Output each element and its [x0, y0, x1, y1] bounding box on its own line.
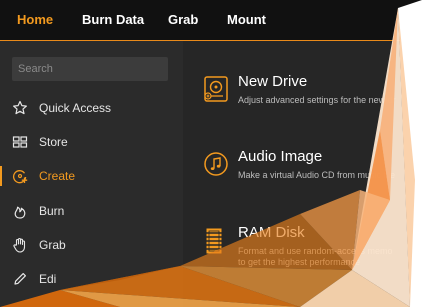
ram-disk-description: Format and use random-access memo to get …	[238, 246, 422, 268]
search-input[interactable]	[12, 57, 168, 81]
ram-disk-desc-line2: to get the highest performance	[238, 257, 361, 267]
app-window: Home Burn Data Grab Mount Quick Access S…	[0, 0, 422, 307]
sidebar-item-label: Burn	[39, 204, 65, 218]
sidebar-item-label: Edi	[39, 272, 57, 286]
ram-chip-icon	[205, 228, 223, 254]
tab-grab[interactable]: Grab	[168, 12, 198, 27]
content-area: New Drive Adjust advanced settings for t…	[183, 41, 422, 307]
menu-bar: Home Burn Data Grab Mount	[0, 0, 422, 40]
sidebar-item-label: Grab	[39, 238, 66, 252]
sidebar-item-store[interactable]: Store	[0, 128, 183, 156]
sidebar-item-quick-access[interactable]: Quick Access	[0, 94, 183, 122]
drive-icon	[204, 76, 228, 102]
hand-icon	[13, 237, 26, 253]
sidebar-item-label: Quick Access	[39, 101, 112, 115]
new-drive-card[interactable]: New Drive Adjust advanced settings for t…	[183, 73, 422, 133]
ram-disk-desc-line1: Format and use random-access memo	[238, 246, 393, 256]
tab-burn-data[interactable]: Burn Data	[82, 12, 144, 27]
tab-home[interactable]: Home	[17, 12, 53, 27]
grid-icon	[12, 136, 28, 148]
sidebar-item-label: Create	[39, 169, 76, 183]
create-disc-icon	[13, 170, 28, 184]
search-box	[12, 57, 168, 81]
new-drive-title: New Drive	[238, 73, 308, 90]
music-note-icon	[204, 152, 228, 176]
pencil-icon	[14, 273, 26, 285]
flame-icon	[14, 206, 26, 219]
audio-image-description: Make a virtual Audio CD from music file	[238, 170, 396, 180]
ram-disk-title: RAM Disk	[238, 224, 305, 241]
sidebar-item-label: Store	[39, 135, 68, 149]
active-indicator	[0, 166, 2, 186]
sidebar-item-create[interactable]: Create	[0, 162, 183, 190]
sidebar-item-grab[interactable]: Grab	[0, 231, 183, 259]
audio-image-title: Audio Image	[238, 148, 323, 165]
new-drive-description: Adjust advanced settings for the new dr	[238, 95, 396, 105]
audio-image-card[interactable]: Audio Image Make a virtual Audio CD from…	[183, 148, 422, 208]
star-icon	[13, 100, 27, 115]
tab-mount[interactable]: Mount	[227, 12, 266, 27]
ram-disk-card[interactable]: RAM Disk Format and use random-access me…	[183, 224, 422, 284]
sidebar-item-edit[interactable]: Edi	[0, 265, 183, 293]
sidebar-item-burn[interactable]: Burn	[0, 197, 183, 225]
